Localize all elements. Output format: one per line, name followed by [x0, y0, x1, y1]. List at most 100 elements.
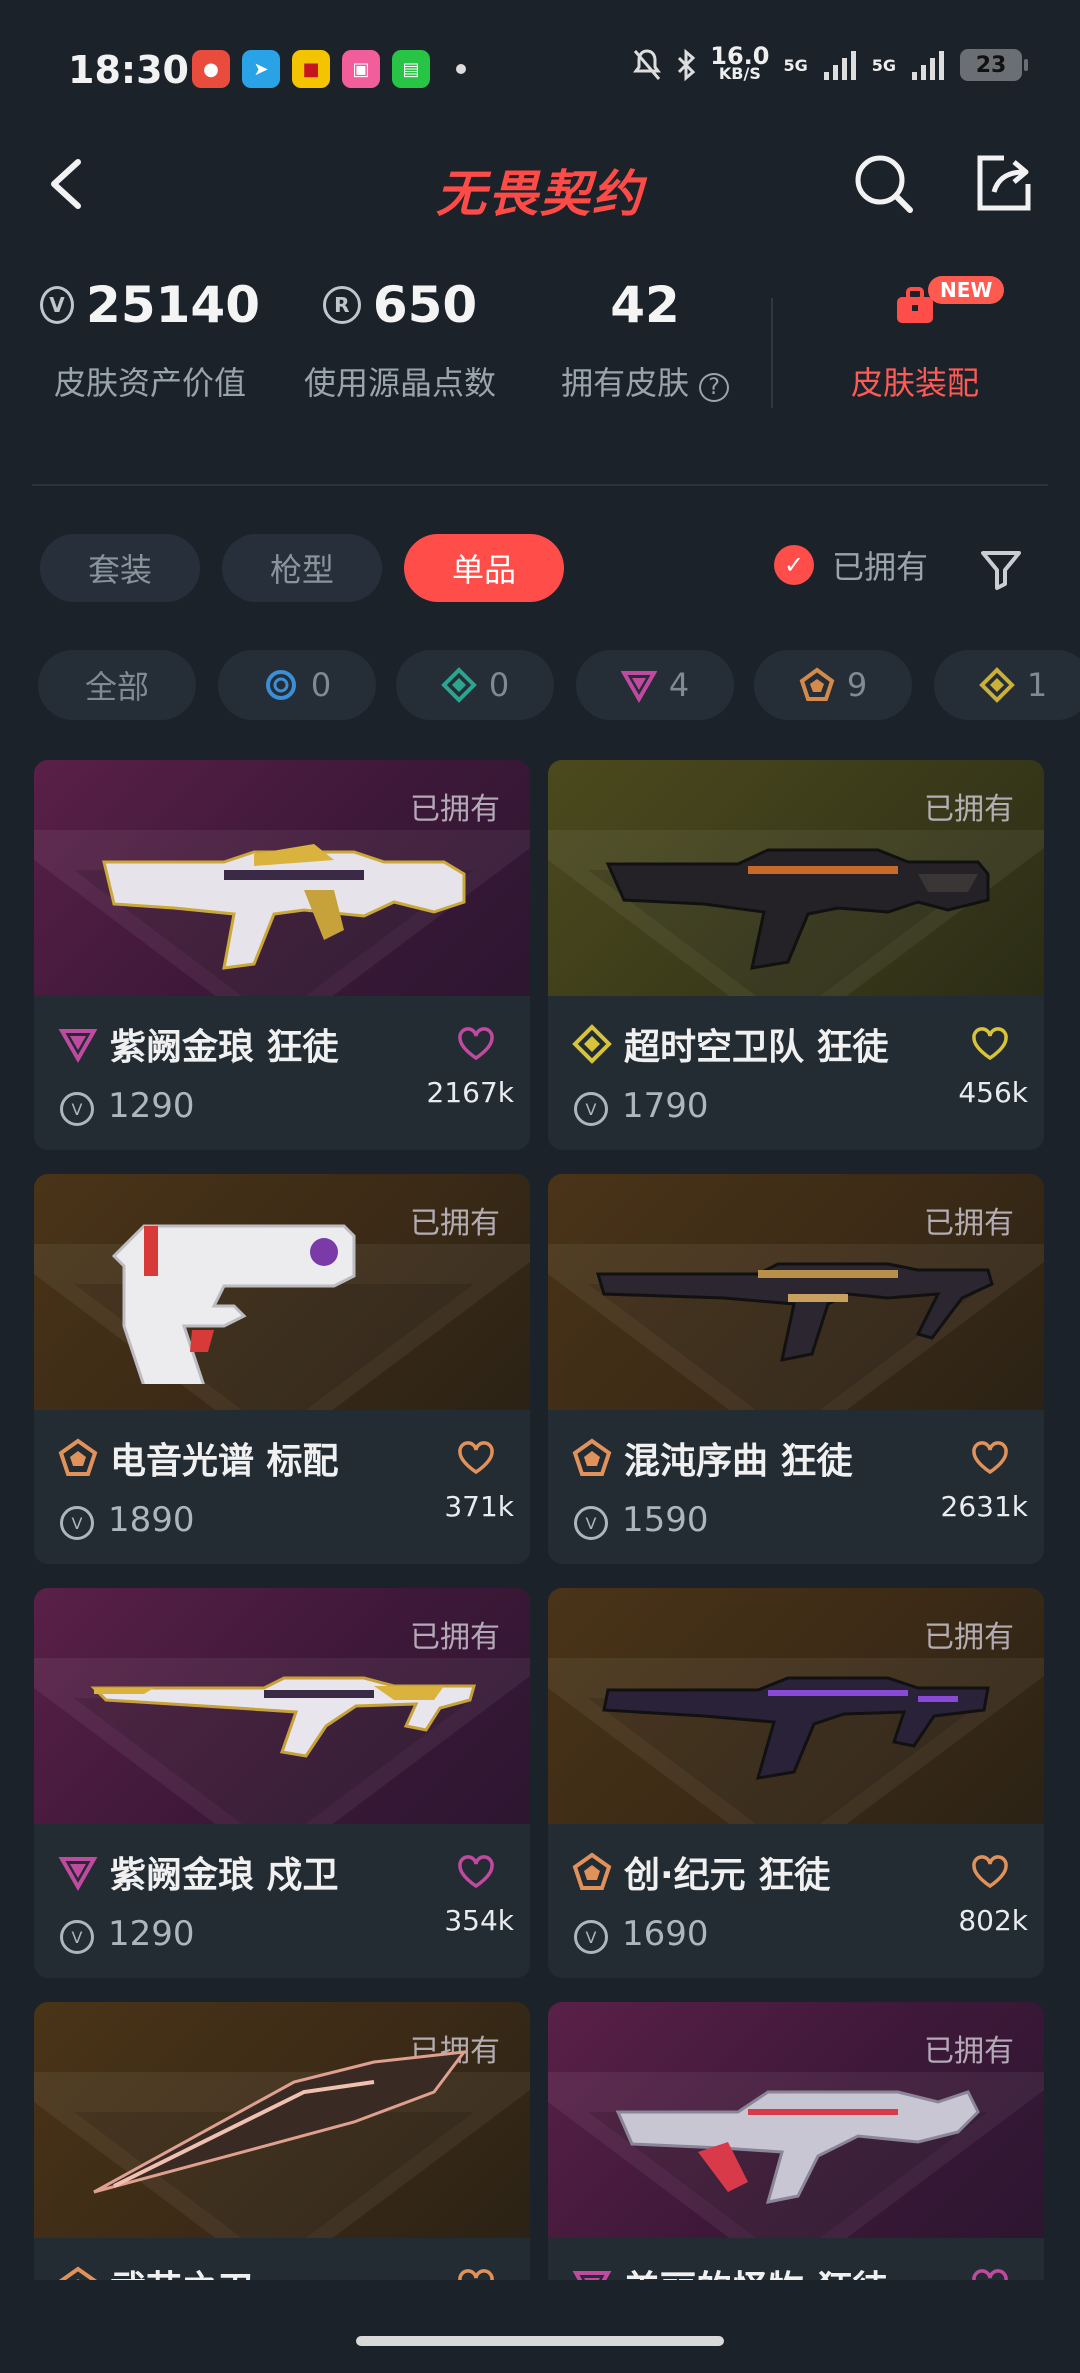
- premium-tier-icon: [58, 1029, 98, 1064]
- vp-coin-icon: V: [40, 286, 75, 324]
- rarity-filter-chips: 全部 0 0 4 9 1: [0, 650, 1080, 722]
- owned-count: 42: [610, 276, 680, 334]
- skin-image: 已拥有: [34, 1174, 530, 1410]
- checkmark-icon: ✓: [774, 545, 814, 585]
- status-right: 16.0 KB/S 5G 5G 23: [632, 42, 1028, 83]
- status-bar: 18:30 ● ➤ ■ ▣ ▤ 16.0 KB/S 5G 5G 23: [0, 0, 1080, 140]
- ultra-tier-icon: [572, 1438, 612, 1476]
- vp-coin-icon: V: [574, 1092, 608, 1126]
- skin-card[interactable]: 已拥有 紫阙金琅 戍卫 V 1290 354k: [34, 1588, 530, 1978]
- skin-card[interactable]: 已拥有 美丽的怪物 狂徒: [548, 2002, 1044, 2280]
- bluetooth-icon: [678, 48, 696, 82]
- share-icon[interactable]: [970, 150, 1036, 216]
- new-badge: NEW: [928, 276, 1005, 304]
- favorite-heart-icon[interactable]: [970, 1852, 1010, 1892]
- favorite-heart-icon[interactable]: [456, 1852, 496, 1892]
- skin-name: 创·纪元 狂徒: [624, 1855, 831, 1896]
- skin-info: 美丽的怪物 狂徒: [548, 2238, 1044, 2280]
- premium-tier-icon: [620, 671, 657, 703]
- favorite-heart-icon[interactable]: [456, 1024, 496, 1064]
- exclusive-tier-icon: [978, 667, 1015, 703]
- chip-select[interactable]: 0: [218, 650, 376, 720]
- radianite-stat: R 650 使用源晶点数: [290, 270, 510, 404]
- divider: [32, 484, 1048, 486]
- stats-panel: V 25140 皮肤资产价值 R 650 使用源晶点数 42 拥有皮肤 ? NEW …: [0, 270, 1080, 430]
- skin-info: 超时空卫队 狂徒 V 1790 456k: [548, 996, 1044, 1150]
- skin-price: 1290: [108, 1914, 195, 1954]
- skin-card[interactable]: 已拥有 混沌序曲 狂徒 V 1590 2631k: [548, 1174, 1044, 1564]
- chip-ultra[interactable]: 9: [754, 650, 912, 720]
- skin-price: 1290: [108, 1086, 195, 1126]
- home-indicator[interactable]: [356, 2336, 724, 2346]
- tab-weapon-type[interactable]: 枪型: [222, 534, 382, 602]
- favorite-heart-icon[interactable]: [970, 1024, 1010, 1064]
- notification-icons: ● ➤ ■ ▣ ▤: [192, 50, 466, 88]
- favorite-heart-icon[interactable]: [970, 2266, 1010, 2280]
- skin-card[interactable]: 已拥有 电音光谱 标配 V 1890 371k: [34, 1174, 530, 1564]
- network-speed: 16.0 KB/S: [710, 42, 770, 83]
- knife-skin-image: [93, 2050, 468, 2194]
- favorite-heart-icon[interactable]: [456, 2266, 496, 2280]
- skin-card[interactable]: 已拥有 武艺之刃: [34, 2002, 530, 2280]
- select-tier-icon: [265, 670, 296, 700]
- vp-coin-icon: V: [60, 1506, 94, 1540]
- owned-filter-toggle[interactable]: ✓ 已拥有: [774, 542, 928, 588]
- vp-coin-icon: V: [60, 1092, 94, 1126]
- tab-bundles[interactable]: 套装: [40, 534, 200, 602]
- skin-image: 已拥有: [548, 2002, 1044, 2238]
- ultra-tier-icon: [58, 2266, 98, 2280]
- deluxe-tier-icon: [440, 667, 477, 703]
- chip-premium[interactable]: 4: [576, 650, 734, 720]
- rifle-skin-image: [90, 1676, 476, 1758]
- skin-name: 紫阙金琅 戍卫: [110, 1855, 339, 1896]
- owned-skins-stat[interactable]: 42 拥有皮肤 ?: [545, 270, 745, 404]
- rifle-skin-image: [602, 1676, 990, 1780]
- ultra-tier-icon: [799, 667, 835, 701]
- asset-value-stat: V 25140 皮肤资产价值: [40, 270, 260, 404]
- signal-icon: [823, 51, 856, 80]
- rifle-skin-image: [615, 2090, 980, 2204]
- status-time: 18:30: [68, 48, 189, 92]
- search-icon[interactable]: [850, 150, 916, 216]
- skin-card[interactable]: 已拥有 紫阙金琅 狂徒 V 1290 2167k: [34, 760, 530, 1150]
- skin-info: 紫阙金琅 狂徒 V 1290 2167k: [34, 996, 530, 1150]
- chip-exclusive[interactable]: 1: [934, 650, 1080, 720]
- ultra-tier-icon: [58, 1438, 98, 1476]
- skin-image: 已拥有: [34, 760, 530, 996]
- skin-image: 已拥有: [34, 2002, 530, 2238]
- tab-single-items[interactable]: 单品: [404, 534, 564, 602]
- favorite-heart-icon[interactable]: [970, 1438, 1010, 1478]
- skin-likes: 2631k: [940, 1490, 1028, 1523]
- skin-image: 已拥有: [548, 1588, 1044, 1824]
- skin-likes: 354k: [444, 1904, 514, 1937]
- skin-likes: 2167k: [426, 1076, 514, 1109]
- bilibili-notification-icon: ▣: [342, 50, 380, 88]
- app-notification-icon: ●: [192, 50, 230, 88]
- skin-name: 紫阙金琅 狂徒: [110, 1027, 339, 1068]
- skin-name: 超时空卫队 狂徒: [624, 1027, 889, 1068]
- skin-price: 1590: [622, 1500, 709, 1540]
- chip-deluxe[interactable]: 0: [396, 650, 554, 720]
- skin-likes: 371k: [444, 1490, 514, 1523]
- radianite-coin-icon: R: [322, 286, 361, 324]
- loadout-button[interactable]: NEW 皮肤装配: [790, 270, 1040, 404]
- skin-info: 武艺之刃: [34, 2238, 530, 2280]
- favorite-heart-icon[interactable]: [456, 1438, 496, 1478]
- help-icon[interactable]: ?: [699, 373, 729, 402]
- vp-coin-icon: V: [574, 1920, 608, 1954]
- skin-card[interactable]: 已拥有 超时空卫队 狂徒 V 1790 456k: [548, 760, 1044, 1150]
- app-notification-icon: ■: [292, 50, 330, 88]
- skin-card[interactable]: 已拥有 创·纪元 狂徒 V 1690 802k: [548, 1588, 1044, 1978]
- filter-icon[interactable]: [978, 546, 1024, 592]
- telegram-notification-icon: ➤: [242, 50, 280, 88]
- top-nav: 无畏契约: [0, 140, 1080, 230]
- chip-all[interactable]: 全部: [38, 650, 196, 720]
- skin-name: 美丽的怪物 狂徒: [624, 2260, 889, 2280]
- skin-price: 1690: [622, 1914, 709, 1954]
- skin-info: 混沌序曲 狂徒 V 1590 2631k: [548, 1410, 1044, 1564]
- vp-coin-icon: V: [574, 1506, 608, 1540]
- asset-value: 25140: [86, 276, 260, 334]
- pistol-skin-image: [111, 1224, 356, 1384]
- radianite-label: 使用源晶点数: [303, 364, 496, 402]
- asset-value-label: 皮肤资产价值: [53, 364, 246, 402]
